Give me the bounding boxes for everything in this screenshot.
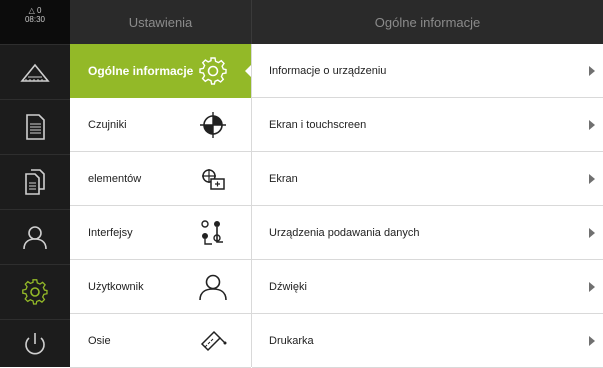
menu-item-label: elementów bbox=[88, 173, 142, 185]
warning-count: △ 0 bbox=[28, 6, 42, 15]
document-icon bbox=[26, 114, 45, 140]
status-indicator[interactable]: △ 0 08:30 bbox=[0, 0, 70, 44]
menu-item-sensors[interactable]: Czujniki bbox=[70, 98, 251, 152]
rail-measure-button[interactable] bbox=[0, 44, 70, 99]
menu-item-axes[interactable]: Osie bbox=[70, 314, 251, 368]
chevron-right-icon bbox=[589, 282, 595, 292]
list-item-screen-touchscreen[interactable]: Ekran i touchscreen bbox=[252, 98, 603, 152]
list-item-label: Ekran i touchscreen bbox=[269, 119, 367, 131]
list-item-screen[interactable]: Ekran bbox=[252, 152, 603, 206]
settings-menu: Ogólne informacje Czujniki elementów Int… bbox=[70, 44, 252, 368]
axes-ruler-icon bbox=[200, 330, 227, 352]
rail-document-button[interactable] bbox=[0, 99, 70, 154]
list-item-label: Dźwięki bbox=[269, 281, 307, 293]
rail-settings-button[interactable] bbox=[0, 264, 70, 319]
interfaces-icon bbox=[201, 220, 223, 245]
menu-item-user[interactable]: Użytkownik bbox=[70, 260, 251, 314]
list-item-sounds[interactable]: Dźwięki bbox=[252, 260, 603, 314]
menu-item-interfaces[interactable]: Interfejsy bbox=[70, 206, 251, 260]
user-icon bbox=[23, 226, 47, 250]
crosshair-target-icon bbox=[200, 112, 226, 138]
measure-triangle-icon bbox=[20, 63, 50, 82]
menu-item-label: Osie bbox=[88, 335, 111, 347]
clock: 08:30 bbox=[24, 15, 46, 24]
menu-item-elements[interactable]: elementów bbox=[70, 152, 251, 206]
rail-user-button[interactable] bbox=[0, 209, 70, 264]
general-info-list: Informacje o urządzeniu Ekran i touchscr… bbox=[251, 44, 603, 368]
feature-elements-icon bbox=[202, 169, 225, 190]
rail-power-button[interactable] bbox=[0, 319, 70, 368]
chevron-right-icon bbox=[589, 228, 595, 238]
power-icon bbox=[25, 333, 45, 355]
menu-item-label: Ogólne informacje bbox=[88, 64, 194, 78]
side-nav-rail: △ 0 08:30 bbox=[0, 0, 70, 367]
menu-title: Ustawienia bbox=[70, 0, 251, 44]
list-item-label: Urządzenia podawania danych bbox=[269, 227, 420, 239]
list-item-printer[interactable]: Drukarka bbox=[252, 314, 603, 368]
list-item-label: Informacje o urządzeniu bbox=[269, 65, 387, 77]
list-item-label: Drukarka bbox=[269, 335, 314, 347]
rail-documents-button[interactable] bbox=[0, 154, 70, 209]
list-item-device-info[interactable]: Informacje o urządzeniu bbox=[252, 44, 603, 98]
gear-icon bbox=[22, 279, 48, 305]
documents-icon bbox=[25, 169, 45, 195]
list-item-input-devices[interactable]: Urządzenia podawania danych bbox=[252, 206, 603, 260]
user-icon bbox=[199, 274, 227, 301]
menu-item-label: Czujniki bbox=[88, 119, 127, 131]
gear-icon bbox=[199, 57, 227, 85]
chevron-right-icon bbox=[589, 120, 595, 130]
chevron-right-icon bbox=[589, 66, 595, 76]
content-title: Ogólne informacje bbox=[251, 0, 603, 44]
menu-item-general-info[interactable]: Ogólne informacje bbox=[70, 44, 252, 98]
menu-item-label: Użytkownik bbox=[88, 281, 144, 293]
chevron-right-icon bbox=[589, 174, 595, 184]
menu-item-label: Interfejsy bbox=[88, 227, 133, 239]
chevron-right-icon bbox=[589, 336, 595, 346]
list-item-label: Ekran bbox=[269, 173, 298, 185]
